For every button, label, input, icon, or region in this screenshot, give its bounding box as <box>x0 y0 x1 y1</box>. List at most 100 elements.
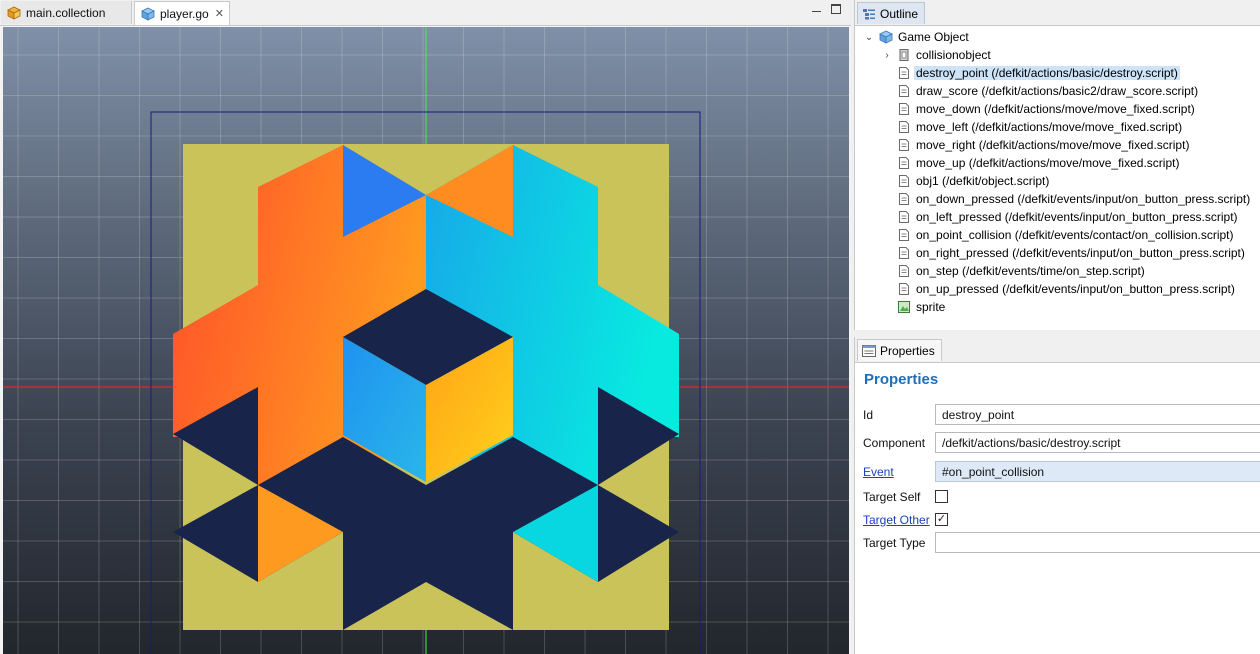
property-row-target-self: Target Self <box>855 485 1260 509</box>
target-other-link[interactable]: Target Other <box>863 513 930 527</box>
scene-canvas <box>3 27 849 654</box>
collision-object-icon <box>899 49 909 61</box>
id-label: Id <box>863 408 874 422</box>
tab-player-go[interactable]: player.go ✕ <box>134 1 230 25</box>
expand-chevron-right-icon[interactable]: › <box>881 49 893 61</box>
tree-item[interactable]: destroy_point (/defkit/actions/basic/des… <box>855 64 1260 82</box>
event-field[interactable]: #on_point_collision <box>935 461 1260 482</box>
tree-item[interactable]: move_up (/defkit/actions/move/move_fixed… <box>855 154 1260 172</box>
script-icon <box>899 121 909 133</box>
script-icon <box>899 229 909 241</box>
tree-item-label: on_point_collision (/defkit/events/conta… <box>916 228 1234 242</box>
sprite-icon <box>898 301 910 313</box>
properties-tab-bar: Properties <box>855 337 1260 363</box>
tree-item-label: on_up_pressed (/defkit/events/input/on_b… <box>916 282 1235 296</box>
tree-item-label: draw_score (/defkit/actions/basic2/draw_… <box>916 84 1199 98</box>
outline-children: › collisionobject destroy_point (/defkit/a… <box>855 46 1260 316</box>
properties-icon <box>862 344 876 357</box>
tab-outline[interactable]: Outline <box>857 2 926 24</box>
tree-item-label: move_left (/defkit/actions/move/move_fix… <box>916 120 1183 134</box>
event-link[interactable]: Event <box>863 465 894 479</box>
target-self-checkbox[interactable] <box>935 490 948 503</box>
tab-main-collection[interactable]: main.collection <box>1 1 132 24</box>
editor-tab-bar: main.collection player.go ✕ <box>0 0 851 26</box>
collection-icon <box>7 6 21 20</box>
tree-item-label: move_up (/defkit/actions/move/move_fixed… <box>916 156 1180 170</box>
tree-item-label: obj1 (/defkit/object.script) <box>916 174 1050 188</box>
gameobject-icon <box>141 7 155 21</box>
tree-item[interactable]: on_left_pressed (/defkit/events/input/on… <box>855 208 1260 226</box>
tree-item[interactable]: on_up_pressed (/defkit/events/input/on_b… <box>855 280 1260 298</box>
target-other-checkbox[interactable]: ✓ <box>935 513 948 526</box>
script-icon <box>899 85 909 97</box>
scene-editor: main.collection player.go ✕ <box>0 0 851 654</box>
properties-panel: Properties Properties Id destroy_point C… <box>854 337 1260 654</box>
maximize-icon[interactable] <box>831 4 841 14</box>
script-icon <box>899 265 909 277</box>
tree-item[interactable]: on_down_pressed (/defkit/events/input/on… <box>855 190 1260 208</box>
tree-item[interactable]: move_left (/defkit/actions/move/move_fix… <box>855 118 1260 136</box>
target-self-label: Target Self <box>863 490 921 504</box>
tab-properties[interactable]: Properties <box>857 339 942 361</box>
editor-window-controls <box>812 4 841 14</box>
property-row-id: Id destroy_point <box>855 403 1260 427</box>
tree-item-label: sprite <box>916 300 946 314</box>
property-row-component: Component /defkit/actions/basic/destroy.… <box>855 431 1260 455</box>
script-icon <box>899 175 909 187</box>
tree-item[interactable]: sprite <box>855 298 1260 316</box>
script-icon <box>899 157 909 169</box>
outline-icon <box>863 8 875 19</box>
tree-item[interactable]: draw_score (/defkit/actions/basic2/draw_… <box>855 82 1260 100</box>
script-icon <box>899 67 909 79</box>
target-type-label: Target Type <box>863 536 926 550</box>
outline-tree: ⌄ Game Object › collisionobject destroy_po… <box>855 26 1260 316</box>
outline-panel: Outline ⌄ Game Object › collisionobject de… <box>854 0 1260 330</box>
component-field[interactable]: /defkit/actions/basic/destroy.script <box>935 432 1260 453</box>
tree-item[interactable]: on_point_collision (/defkit/events/conta… <box>855 226 1260 244</box>
tree-item[interactable]: on_step (/defkit/events/time/on_step.scr… <box>855 262 1260 280</box>
script-icon <box>899 139 909 151</box>
properties-heading: Properties <box>864 371 939 388</box>
script-icon <box>899 103 909 115</box>
target-type-field[interactable] <box>935 532 1260 553</box>
component-label: Component <box>863 436 926 450</box>
id-field[interactable]: destroy_point <box>935 404 1260 425</box>
tree-item[interactable]: move_down (/defkit/actions/move/move_fix… <box>855 100 1260 118</box>
tree-item[interactable]: move_right (/defkit/actions/move/move_fi… <box>855 136 1260 154</box>
tree-item-label: on_right_pressed (/defkit/events/input/o… <box>916 246 1245 260</box>
tree-root-game-object[interactable]: ⌄ Game Object <box>855 28 1260 46</box>
close-icon[interactable]: ✕ <box>215 7 224 20</box>
expand-chevron-down-icon[interactable]: ⌄ <box>863 31 875 43</box>
tree-item[interactable]: › collisionobject <box>855 46 1260 64</box>
property-row-target-type: Target Type <box>855 531 1260 555</box>
player-sprite[interactable] <box>173 144 679 630</box>
gameobject-icon <box>879 30 893 44</box>
outline-tab-label: Outline <box>880 6 919 21</box>
script-icon <box>899 247 909 259</box>
minimize-icon[interactable] <box>812 5 821 12</box>
tree-item[interactable]: obj1 (/defkit/object.script) <box>855 172 1260 190</box>
script-icon <box>899 211 909 223</box>
tree-item-label: move_right (/defkit/actions/move/move_fi… <box>916 138 1190 152</box>
property-row-event: Event #on_point_collision <box>855 460 1260 484</box>
tree-root-label: Game Object <box>898 30 969 44</box>
script-icon <box>899 193 909 205</box>
tree-item[interactable]: on_right_pressed (/defkit/events/input/o… <box>855 244 1260 262</box>
tree-item-label: move_down (/defkit/actions/move/move_fix… <box>916 102 1195 116</box>
tree-item-label: collisionobject <box>916 48 991 62</box>
scene-viewport[interactable] <box>3 27 849 654</box>
script-icon <box>899 283 909 295</box>
tree-item-label: on_down_pressed (/defkit/events/input/on… <box>916 192 1251 206</box>
property-row-target-other: Target Other ✓ <box>855 508 1260 532</box>
